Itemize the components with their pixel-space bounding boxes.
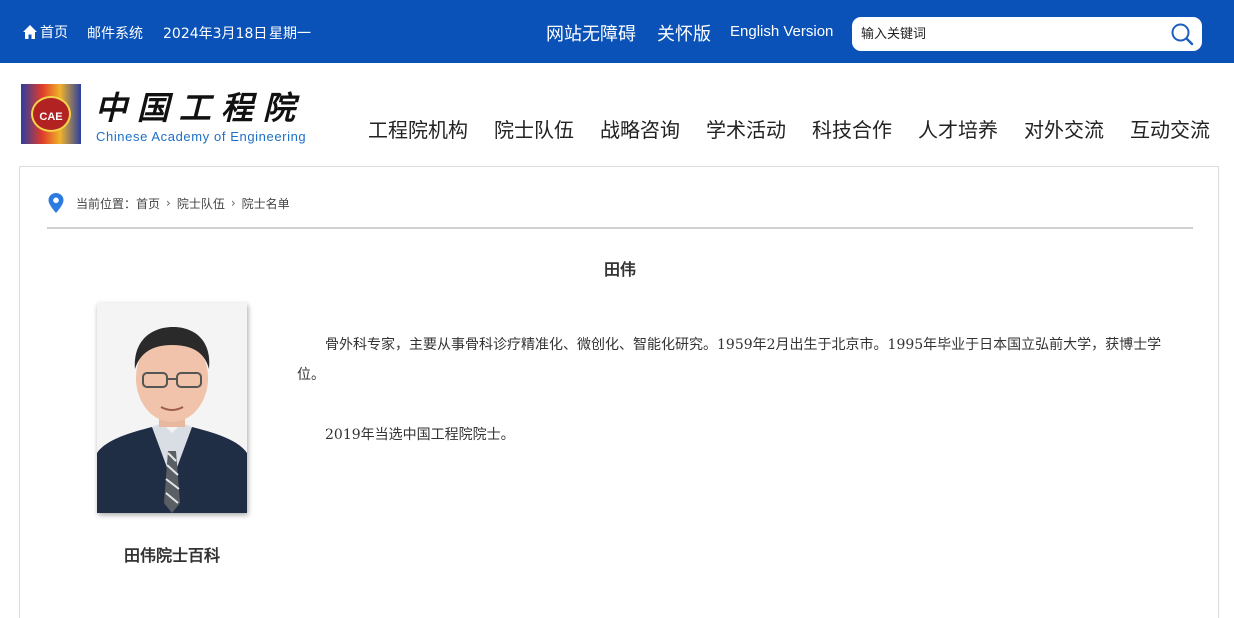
profile-baike-link[interactable]: 田伟院士百科 bbox=[97, 542, 247, 566]
top-bar: 首页 邮件系统 2024年3月18日 星期一 网站无障碍 关怀版 English… bbox=[0, 0, 1234, 63]
care-version-link[interactable]: 关怀版 bbox=[657, 20, 711, 46]
nav-item-institutions[interactable]: 工程院机构 bbox=[368, 114, 468, 143]
profile-bio: 骨外科专家，主要从事骨科诊疗精准化、微创化、智能化研究。1959年2月出生于北京… bbox=[297, 330, 1167, 480]
location-pin-icon bbox=[48, 193, 64, 213]
search-input[interactable] bbox=[861, 24, 1161, 44]
nav-item-academicians[interactable]: 院士队伍 bbox=[494, 114, 574, 143]
chevron-right-icon: › bbox=[166, 196, 171, 210]
breadcrumb-academicians[interactable]: 院士队伍 bbox=[177, 195, 225, 212]
home-label: 首页 bbox=[40, 25, 68, 41]
current-date: 2024年3月18日 bbox=[163, 26, 268, 42]
nav-item-talent[interactable]: 人才培养 bbox=[918, 114, 998, 143]
nav-item-academic-activities[interactable]: 学术活动 bbox=[706, 114, 786, 143]
breadcrumb-home[interactable]: 首页 bbox=[136, 195, 160, 212]
mail-system-link[interactable]: 邮件系统 bbox=[87, 23, 143, 43]
profile-photo bbox=[97, 303, 247, 513]
nav-item-tech-cooperation[interactable]: 科技合作 bbox=[812, 114, 892, 143]
breadcrumb-prefix: 当前位置： bbox=[76, 196, 137, 211]
breadcrumb: 当前位置： 首页 › 院士队伍 › 院士名单 bbox=[48, 193, 290, 213]
search-box bbox=[852, 17, 1202, 51]
home-link[interactable]: 首页 bbox=[22, 22, 68, 42]
content-panel: 当前位置： 首页 › 院士队伍 › 院士名单 田伟 田伟院士百科 骨外科专家，主… bbox=[19, 166, 1219, 618]
current-weekday: 星期一 bbox=[269, 26, 311, 42]
nav-item-consulting[interactable]: 战略咨询 bbox=[600, 114, 680, 143]
search-icon[interactable] bbox=[1170, 22, 1194, 46]
nav-item-interaction[interactable]: 互动交流 bbox=[1130, 114, 1210, 143]
divider bbox=[47, 227, 1193, 229]
bio-paragraph: 2019年当选中国工程院院士。 bbox=[325, 427, 515, 443]
chevron-right-icon: › bbox=[230, 196, 236, 210]
nav-item-international[interactable]: 对外交流 bbox=[1024, 114, 1104, 143]
accessibility-link[interactable]: 网站无障碍 bbox=[546, 20, 636, 46]
english-version-link[interactable]: English Version bbox=[730, 23, 833, 40]
profile-name-title: 田伟 bbox=[603, 260, 636, 279]
home-icon bbox=[23, 25, 37, 39]
breadcrumb-academician-list[interactable]: 院士名单 bbox=[242, 195, 290, 212]
bio-paragraph: 骨外科专家，主要从事骨科诊疗精准化、微创化、智能化研究。1959年2月出生于北京… bbox=[297, 337, 1162, 383]
main-nav: 工程院机构 院士队伍 战略咨询 学术活动 科技合作 人才培养 对外交流 互动交流 bbox=[0, 114, 1234, 143]
